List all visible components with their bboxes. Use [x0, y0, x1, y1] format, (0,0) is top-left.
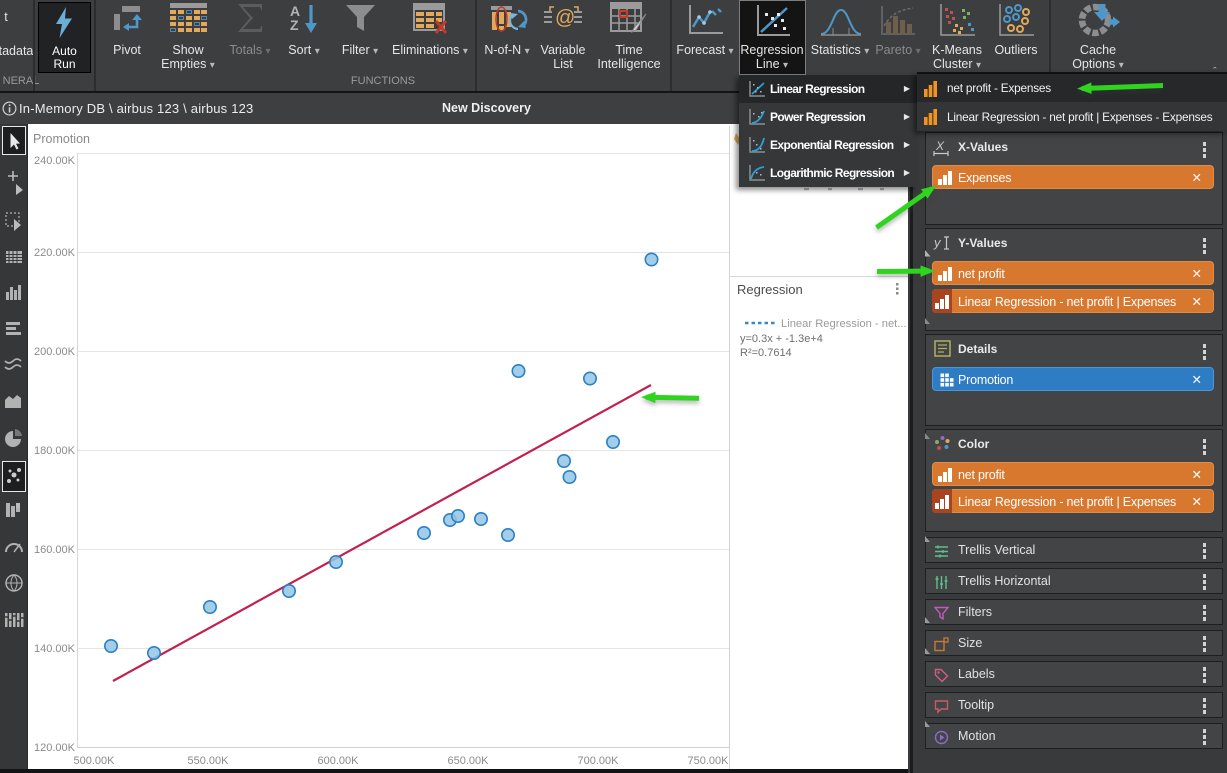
- svg-text:700.00K: 700.00K: [578, 755, 620, 767]
- svg-text:500.00K: 500.00K: [74, 755, 116, 767]
- svg-text:Promotion: Promotion: [33, 132, 90, 146]
- svg-text:X: X: [935, 139, 945, 153]
- svg-text:240.00K: 240.00K: [34, 155, 76, 167]
- svg-text:y: y: [933, 235, 942, 250]
- svg-text:550.00K: 550.00K: [188, 755, 230, 767]
- svg-text:R²=0.7614: R²=0.7614: [740, 347, 792, 359]
- svg-text:650.00K: 650.00K: [448, 755, 490, 767]
- svg-text:140.00K: 140.00K: [34, 643, 76, 655]
- svg-text:120.00K: 120.00K: [34, 742, 76, 754]
- svg-text:180.00K: 180.00K: [34, 445, 76, 457]
- svg-text:750.00K: 750.00K: [688, 755, 730, 767]
- svg-text:160.00K: 160.00K: [34, 544, 76, 556]
- svg-text:Regression: Regression: [737, 282, 803, 297]
- svg-text:200.00K: 200.00K: [34, 346, 76, 358]
- svg-text:y=0.3x + -1.3e+4: y=0.3x + -1.3e+4: [740, 333, 823, 345]
- svg-text:Linear Regression - net...: Linear Regression - net...: [781, 318, 907, 330]
- svg-text:220.00K: 220.00K: [34, 247, 76, 259]
- svg-text:@: @: [555, 7, 575, 29]
- svg-text:600.00K: 600.00K: [318, 755, 360, 767]
